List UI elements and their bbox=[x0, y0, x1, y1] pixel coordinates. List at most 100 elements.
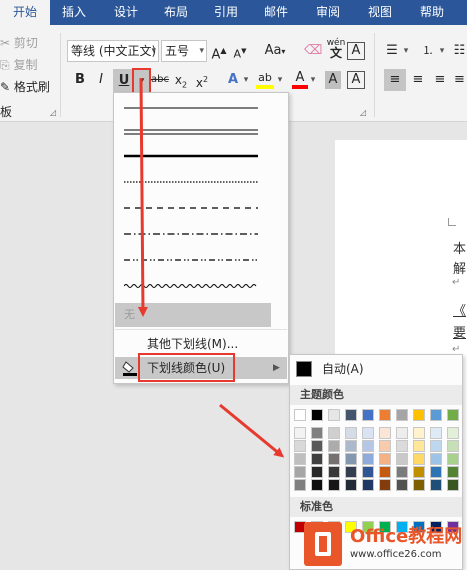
underline-single-option[interactable] bbox=[124, 99, 258, 117]
font-launcher-icon[interactable]: ◿ bbox=[360, 108, 366, 117]
tab-home[interactable]: 开始 bbox=[0, 0, 50, 25]
superscript-button[interactable]: x2 bbox=[193, 69, 211, 91]
theme-color-swatch[interactable] bbox=[379, 440, 391, 452]
tab-layout[interactable]: 布局 bbox=[154, 0, 198, 25]
tab-insert[interactable]: 插入 bbox=[52, 0, 96, 25]
underline-none-option[interactable]: 无 bbox=[115, 303, 271, 327]
theme-color-swatch[interactable] bbox=[311, 427, 323, 439]
theme-color-swatch[interactable] bbox=[328, 479, 340, 491]
theme-color-swatch[interactable] bbox=[328, 427, 340, 439]
chevron-down-icon[interactable]: ▾ bbox=[309, 69, 317, 91]
phonetic-guide-button[interactable]: wén 文 bbox=[326, 38, 346, 60]
theme-color-swatch[interactable] bbox=[294, 479, 306, 491]
underline-dash-dot-option[interactable] bbox=[124, 225, 258, 243]
theme-color-swatch[interactable] bbox=[294, 427, 306, 439]
copy-button[interactable]: ⎘ 复制 bbox=[0, 56, 37, 73]
theme-color-swatch[interactable] bbox=[447, 453, 459, 465]
underline-dash-dot-dot-option[interactable] bbox=[124, 251, 258, 269]
theme-color-swatch[interactable] bbox=[379, 466, 391, 478]
theme-color-swatch[interactable] bbox=[430, 466, 442, 478]
chevron-down-icon[interactable]: ▾ bbox=[151, 41, 156, 61]
theme-color-swatch[interactable] bbox=[362, 453, 374, 465]
theme-color-swatch[interactable] bbox=[396, 427, 408, 439]
numbering-icon[interactable]: ⒈ bbox=[418, 40, 438, 62]
theme-color-swatch[interactable] bbox=[413, 466, 425, 478]
theme-color-swatch[interactable] bbox=[362, 427, 374, 439]
theme-color-swatch[interactable] bbox=[345, 409, 357, 421]
theme-color-swatch[interactable] bbox=[430, 453, 442, 465]
theme-color-swatch[interactable] bbox=[294, 453, 306, 465]
shrink-font-button[interactable]: A▼ bbox=[232, 40, 248, 62]
theme-color-swatch[interactable] bbox=[345, 453, 357, 465]
chevron-down-icon[interactable]: ▾ bbox=[242, 69, 250, 91]
underline-dashed-option[interactable] bbox=[124, 199, 258, 217]
theme-color-swatch[interactable] bbox=[362, 466, 374, 478]
theme-color-swatch[interactable] bbox=[396, 466, 408, 478]
theme-color-swatch[interactable] bbox=[430, 427, 442, 439]
tab-review[interactable]: 审阅 bbox=[306, 0, 350, 25]
tab-help[interactable]: 帮助 bbox=[410, 0, 454, 25]
bullets-icon[interactable]: ☰ bbox=[382, 40, 402, 62]
subscript-button[interactable]: x2 bbox=[172, 69, 190, 91]
theme-color-swatch[interactable] bbox=[294, 466, 306, 478]
text-effects-button[interactable]: A bbox=[223, 69, 243, 91]
theme-color-swatch[interactable] bbox=[413, 409, 425, 421]
underline-double-option[interactable] bbox=[124, 123, 258, 141]
theme-color-swatch[interactable] bbox=[413, 479, 425, 491]
theme-color-swatch[interactable] bbox=[413, 427, 425, 439]
chevron-down-icon[interactable]: ▾ bbox=[199, 41, 204, 61]
tab-design[interactable]: 设计 bbox=[104, 0, 148, 25]
tab-view[interactable]: 视图 bbox=[358, 0, 402, 25]
theme-color-swatch[interactable] bbox=[294, 409, 306, 421]
theme-color-swatch[interactable] bbox=[430, 440, 442, 452]
font-size-combo[interactable]: 五号 ▾ bbox=[161, 40, 207, 62]
grow-font-button[interactable]: A▲ bbox=[211, 40, 227, 62]
theme-color-swatch[interactable] bbox=[294, 440, 306, 452]
theme-color-swatch[interactable] bbox=[328, 453, 340, 465]
underline-thick-option[interactable] bbox=[124, 147, 258, 165]
italic-button[interactable]: I bbox=[93, 69, 109, 91]
theme-color-swatch[interactable] bbox=[396, 409, 408, 421]
theme-color-swatch[interactable] bbox=[362, 409, 374, 421]
highlight-color-button[interactable]: ab bbox=[256, 69, 274, 89]
theme-color-swatch[interactable] bbox=[311, 453, 323, 465]
theme-color-swatch[interactable] bbox=[447, 427, 459, 439]
more-underlines-item[interactable]: 其他下划线(M)... bbox=[115, 333, 287, 355]
theme-color-swatch[interactable] bbox=[345, 466, 357, 478]
align-right-icon[interactable]: ≡ bbox=[430, 69, 450, 91]
enclosed-char-button[interactable]: A bbox=[347, 42, 365, 60]
font-color-button[interactable]: A bbox=[292, 69, 308, 89]
theme-color-swatch[interactable] bbox=[362, 440, 374, 452]
theme-color-swatch[interactable] bbox=[328, 466, 340, 478]
tab-references[interactable]: 引用 bbox=[204, 0, 248, 25]
change-case-button[interactable]: Aa▾ bbox=[261, 40, 289, 62]
theme-color-swatch[interactable] bbox=[311, 479, 323, 491]
theme-color-swatch[interactable] bbox=[379, 479, 391, 491]
char-shading-button[interactable]: A bbox=[325, 71, 341, 89]
theme-color-swatch[interactable] bbox=[413, 440, 425, 452]
theme-color-swatch[interactable] bbox=[447, 479, 459, 491]
auto-color-item[interactable]: 自动(A) bbox=[290, 357, 462, 381]
theme-color-swatch[interactable] bbox=[379, 453, 391, 465]
multilevel-list-icon[interactable]: ☷ bbox=[452, 40, 467, 62]
theme-color-swatch[interactable] bbox=[447, 466, 459, 478]
theme-color-swatch[interactable] bbox=[447, 409, 459, 421]
justify-icon[interactable]: ≡ bbox=[452, 69, 467, 91]
chevron-down-icon[interactable]: ▾ bbox=[438, 40, 446, 62]
strikethrough-button[interactable]: abc bbox=[151, 69, 169, 91]
theme-color-swatch[interactable] bbox=[447, 440, 459, 452]
cut-button[interactable]: ✂ 剪切 bbox=[0, 34, 38, 51]
theme-color-swatch[interactable] bbox=[430, 479, 442, 491]
theme-color-swatch[interactable] bbox=[396, 440, 408, 452]
align-left-icon[interactable]: ≡ bbox=[384, 69, 406, 91]
theme-color-swatch[interactable] bbox=[345, 440, 357, 452]
theme-color-swatch[interactable] bbox=[379, 409, 391, 421]
theme-color-swatch[interactable] bbox=[396, 453, 408, 465]
theme-color-swatch[interactable] bbox=[396, 479, 408, 491]
underline-dotted-option[interactable] bbox=[124, 173, 258, 191]
theme-color-swatch[interactable] bbox=[345, 479, 357, 491]
theme-color-swatch[interactable] bbox=[311, 466, 323, 478]
clear-formatting-icon[interactable]: ⌫ bbox=[304, 40, 322, 62]
theme-color-swatch[interactable] bbox=[311, 409, 323, 421]
underline-wave-option[interactable] bbox=[124, 277, 258, 295]
